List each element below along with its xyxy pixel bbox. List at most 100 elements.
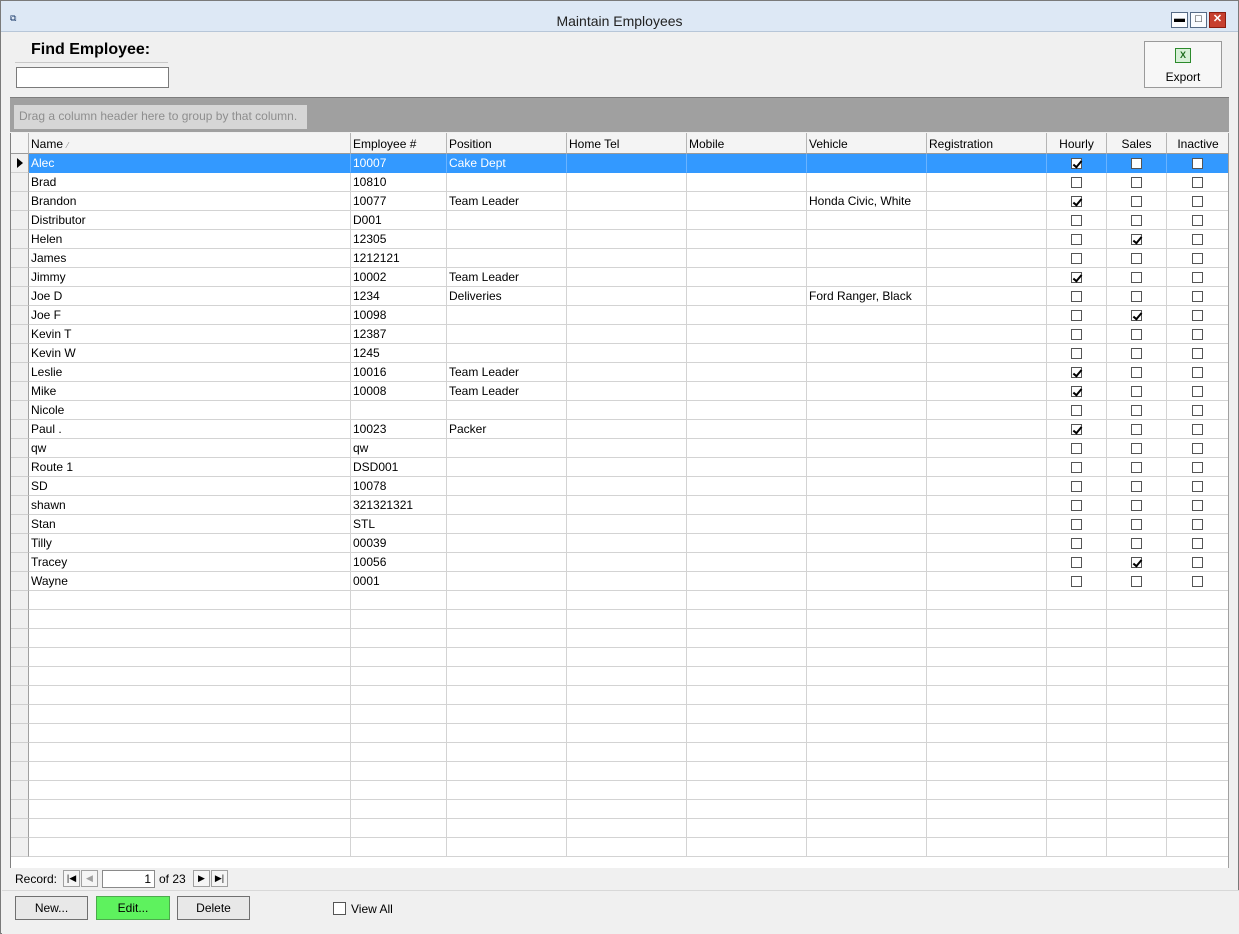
column-header-employee-number[interactable]: Employee # bbox=[351, 133, 447, 154]
row-indicator[interactable] bbox=[11, 819, 29, 838]
table-row[interactable]: Alec 10007 Cake Dept bbox=[11, 154, 1228, 173]
hourly-checkbox[interactable] bbox=[1071, 234, 1082, 245]
cell-hourly[interactable] bbox=[1047, 648, 1107, 667]
inactive-checkbox[interactable] bbox=[1192, 576, 1203, 587]
row-indicator[interactable] bbox=[11, 382, 29, 401]
hourly-checkbox[interactable] bbox=[1071, 405, 1082, 416]
cell-home-tel[interactable] bbox=[567, 325, 687, 344]
cell-inactive[interactable] bbox=[1167, 496, 1228, 515]
cell-vehicle[interactable] bbox=[807, 230, 927, 249]
cell-mobile[interactable] bbox=[687, 553, 807, 572]
cell-inactive[interactable] bbox=[1167, 515, 1228, 534]
first-record-button[interactable]: |◀ bbox=[63, 870, 80, 887]
cell-position[interactable] bbox=[447, 743, 567, 762]
cell-sales[interactable] bbox=[1107, 648, 1167, 667]
cell-name[interactable]: James bbox=[29, 249, 351, 268]
cell-employee-number[interactable]: 10002 bbox=[351, 268, 447, 287]
cell-vehicle[interactable] bbox=[807, 249, 927, 268]
cell-mobile[interactable] bbox=[687, 192, 807, 211]
column-header-sales[interactable]: Sales bbox=[1107, 133, 1167, 154]
cell-registration[interactable] bbox=[927, 325, 1047, 344]
inactive-checkbox[interactable] bbox=[1192, 367, 1203, 378]
sales-checkbox[interactable] bbox=[1131, 424, 1142, 435]
cell-sales[interactable] bbox=[1107, 477, 1167, 496]
cell-name[interactable]: Kevin T bbox=[29, 325, 351, 344]
cell-name[interactable]: SD bbox=[29, 477, 351, 496]
row-indicator[interactable] bbox=[11, 705, 29, 724]
cell-registration[interactable] bbox=[927, 154, 1047, 173]
cell-sales[interactable] bbox=[1107, 401, 1167, 420]
cell-hourly[interactable] bbox=[1047, 667, 1107, 686]
find-employee-input[interactable] bbox=[16, 67, 169, 88]
row-indicator[interactable] bbox=[11, 610, 29, 629]
cell-employee-number[interactable] bbox=[351, 838, 447, 857]
cell-inactive[interactable] bbox=[1167, 686, 1228, 705]
cell-hourly[interactable] bbox=[1047, 249, 1107, 268]
cell-name[interactable] bbox=[29, 800, 351, 819]
cell-inactive[interactable] bbox=[1167, 306, 1228, 325]
inactive-checkbox[interactable] bbox=[1192, 291, 1203, 302]
cell-employee-number[interactable] bbox=[351, 705, 447, 724]
cell-home-tel[interactable] bbox=[567, 230, 687, 249]
cell-inactive[interactable] bbox=[1167, 477, 1228, 496]
row-indicator[interactable] bbox=[11, 363, 29, 382]
cell-employee-number[interactable] bbox=[351, 648, 447, 667]
next-record-button[interactable]: ▶ bbox=[193, 870, 210, 887]
empty-row[interactable] bbox=[11, 781, 1228, 800]
cell-hourly[interactable] bbox=[1047, 515, 1107, 534]
cell-inactive[interactable] bbox=[1167, 610, 1228, 629]
empty-row[interactable] bbox=[11, 629, 1228, 648]
cell-sales[interactable] bbox=[1107, 819, 1167, 838]
cell-position[interactable] bbox=[447, 534, 567, 553]
table-row[interactable]: Nicole bbox=[11, 401, 1228, 420]
inactive-checkbox[interactable] bbox=[1192, 215, 1203, 226]
cell-registration[interactable] bbox=[927, 344, 1047, 363]
cell-registration[interactable] bbox=[927, 192, 1047, 211]
table-row[interactable]: shawn 321321321 bbox=[11, 496, 1228, 515]
row-indicator[interactable] bbox=[11, 173, 29, 192]
row-indicator[interactable] bbox=[11, 515, 29, 534]
column-header-inactive[interactable]: Inactive bbox=[1167, 133, 1228, 154]
cell-name[interactable] bbox=[29, 648, 351, 667]
hourly-checkbox[interactable] bbox=[1071, 557, 1082, 568]
cell-vehicle[interactable] bbox=[807, 781, 927, 800]
cell-hourly[interactable] bbox=[1047, 819, 1107, 838]
cell-hourly[interactable] bbox=[1047, 572, 1107, 591]
row-indicator[interactable] bbox=[11, 686, 29, 705]
cell-inactive[interactable] bbox=[1167, 268, 1228, 287]
sales-checkbox[interactable] bbox=[1131, 177, 1142, 188]
cell-employee-number[interactable]: 10810 bbox=[351, 173, 447, 192]
cell-vehicle[interactable] bbox=[807, 553, 927, 572]
cell-inactive[interactable] bbox=[1167, 230, 1228, 249]
empty-row[interactable] bbox=[11, 838, 1228, 857]
cell-position[interactable] bbox=[447, 515, 567, 534]
cell-hourly[interactable] bbox=[1047, 705, 1107, 724]
cell-registration[interactable] bbox=[927, 705, 1047, 724]
cell-registration[interactable] bbox=[927, 173, 1047, 192]
cell-position[interactable] bbox=[447, 458, 567, 477]
cell-employee-number[interactable] bbox=[351, 743, 447, 762]
cell-mobile[interactable] bbox=[687, 382, 807, 401]
cell-vehicle[interactable] bbox=[807, 610, 927, 629]
cell-name[interactable]: Helen bbox=[29, 230, 351, 249]
cell-sales[interactable] bbox=[1107, 743, 1167, 762]
sales-checkbox[interactable] bbox=[1131, 367, 1142, 378]
sales-checkbox[interactable] bbox=[1131, 557, 1142, 568]
cell-mobile[interactable] bbox=[687, 173, 807, 192]
new-button[interactable]: New... bbox=[15, 896, 88, 920]
cell-vehicle[interactable] bbox=[807, 363, 927, 382]
cell-mobile[interactable] bbox=[687, 515, 807, 534]
cell-name[interactable]: Brandon bbox=[29, 192, 351, 211]
empty-row[interactable] bbox=[11, 591, 1228, 610]
cell-hourly[interactable] bbox=[1047, 591, 1107, 610]
row-indicator[interactable] bbox=[11, 306, 29, 325]
cell-home-tel[interactable] bbox=[567, 534, 687, 553]
cell-employee-number[interactable] bbox=[351, 686, 447, 705]
row-indicator[interactable] bbox=[11, 629, 29, 648]
empty-row[interactable] bbox=[11, 800, 1228, 819]
sales-checkbox[interactable] bbox=[1131, 386, 1142, 397]
cell-hourly[interactable] bbox=[1047, 230, 1107, 249]
cell-employee-number[interactable]: 10023 bbox=[351, 420, 447, 439]
cell-vehicle[interactable] bbox=[807, 496, 927, 515]
cell-sales[interactable] bbox=[1107, 363, 1167, 382]
